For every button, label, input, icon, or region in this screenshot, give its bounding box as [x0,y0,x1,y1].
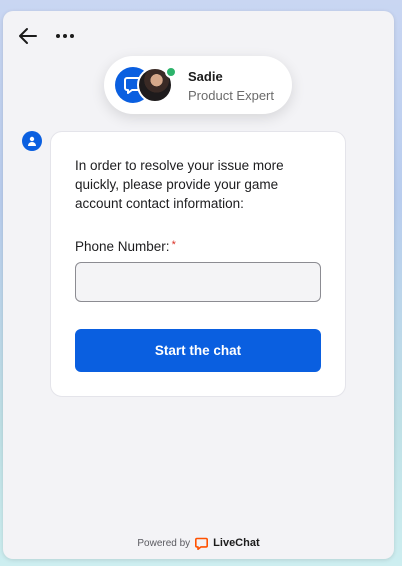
arrow-left-icon [19,28,37,44]
more-horizontal-icon [56,34,74,38]
back-button[interactable] [17,25,39,47]
agent-card: Sadie Product Expert [104,56,292,114]
chat-window: Sadie Product Expert In order to resolve… [3,11,394,559]
agent-role: Product Expert [188,88,274,103]
livechat-logo-icon [195,537,209,550]
start-chat-button[interactable]: Start the chat [75,329,321,372]
prechat-form-card: In order to resolve your issue more quic… [50,131,346,397]
livechat-brand-link[interactable]: LiveChat [213,537,259,549]
form-intro-text: In order to resolve your issue more quic… [75,158,284,211]
phone-number-label-text: Phone Number: [75,239,170,254]
powered-by-footer: Powered by LiveChat [3,535,394,551]
more-options-button[interactable] [53,25,81,47]
agent-name: Sadie [188,69,223,84]
message-avatar [22,131,42,151]
required-marker: * [171,239,176,251]
user-icon [28,136,36,146]
phone-number-input[interactable] [75,262,321,302]
online-status-indicator [165,66,177,78]
powered-by-text: Powered by [137,537,191,549]
phone-number-label: Phone Number: * [75,239,176,254]
